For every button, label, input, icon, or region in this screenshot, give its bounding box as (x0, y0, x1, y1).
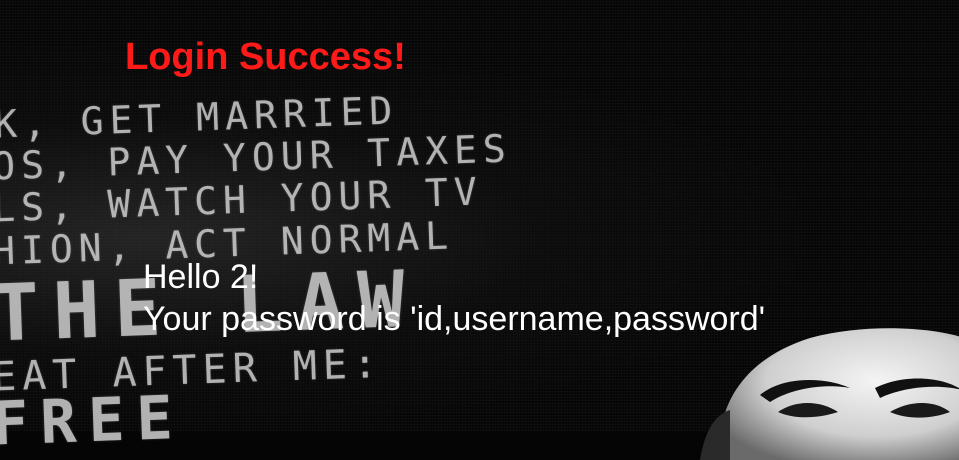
greeting-text: Hello 2! (143, 258, 259, 296)
user-message: Hello 2! Your password is 'id,username,p… (143, 256, 765, 340)
login-success-title: Login Success! (125, 36, 406, 78)
poster-line: FREE (0, 382, 186, 460)
password-text: Your password is 'id,username,password' (143, 300, 766, 338)
guy-fawkes-mask-image (700, 328, 959, 460)
